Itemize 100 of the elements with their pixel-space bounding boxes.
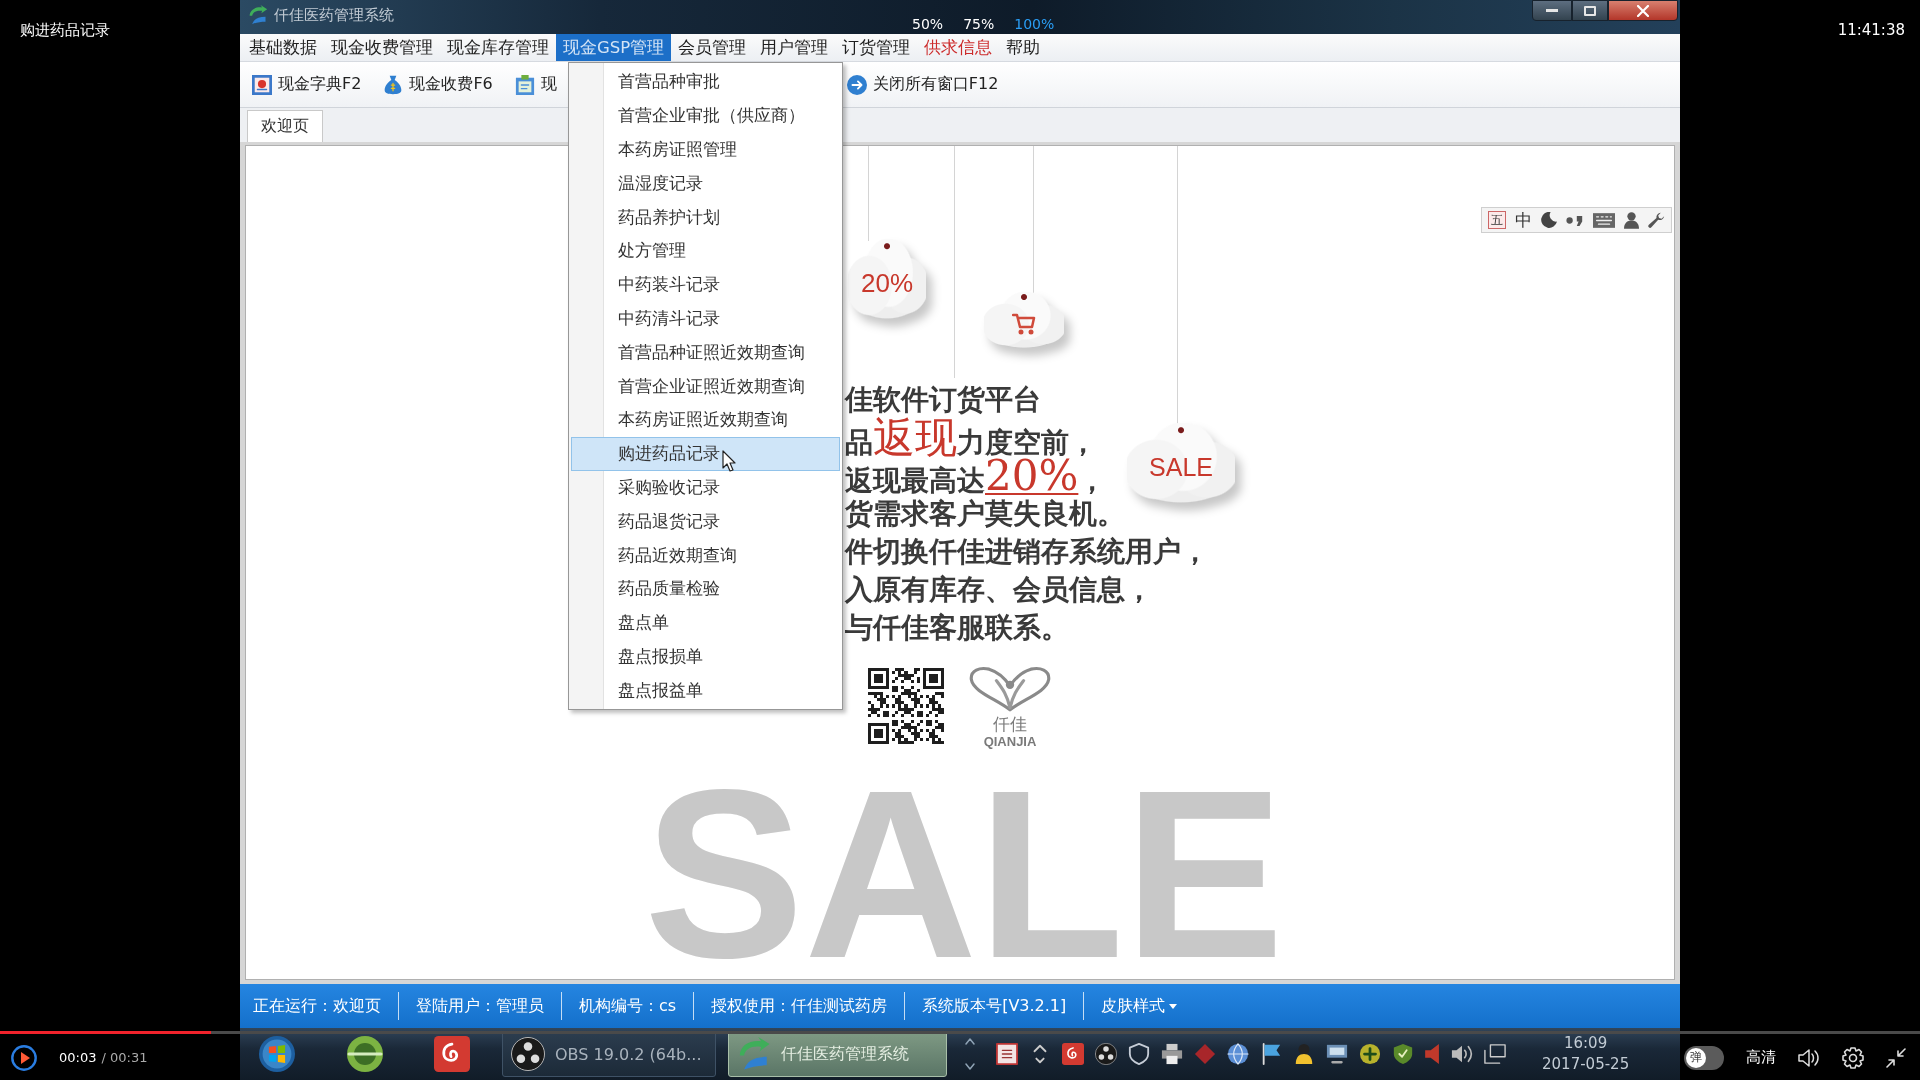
- total-time: / 00:31: [101, 1050, 148, 1065]
- minimize-icon: [1546, 9, 1558, 12]
- tab[interactable]: 欢迎页: [247, 110, 323, 142]
- speaker-icon[interactable]: [1425, 1043, 1440, 1065]
- status-text: 系统版本号[V3.2.1]: [921, 995, 1068, 1017]
- menu-item[interactable]: 本药房证照管理: [571, 132, 840, 167]
- toolbar-button[interactable]: 现金收费F6: [383, 69, 493, 100]
- menu-item[interactable]: 盘点报损单: [571, 639, 840, 674]
- minimize-button[interactable]: [1532, 0, 1572, 21]
- maximize-button[interactable]: [1572, 0, 1608, 21]
- video-title: 购进药品记录: [20, 21, 110, 39]
- menu-item[interactable]: 订货管理: [835, 34, 918, 61]
- promo-text-line: 件切换仟佳进销存系统用户，: [845, 534, 1209, 570]
- status-text: 机构编号：cs: [578, 995, 678, 1017]
- settings-icon[interactable]: [1842, 1046, 1864, 1069]
- plus-icon[interactable]: [1359, 1043, 1381, 1065]
- menu-item[interactable]: 本药房证照近效期查询: [571, 402, 840, 437]
- toolbar-button[interactable]: 现金字典F2: [252, 69, 362, 100]
- swirl-icon[interactable]: [1062, 1043, 1084, 1065]
- skin-style-dropdown[interactable]: 皮肤样式: [1084, 992, 1195, 1020]
- progress-track[interactable]: [0, 1031, 1920, 1034]
- promo-text-line: 品返现力度空前，: [845, 419, 1097, 457]
- menu-item[interactable]: 帮助: [999, 34, 1048, 61]
- menu-item[interactable]: 首营企业证照近效期查询: [571, 369, 840, 403]
- zoom-option[interactable]: 75%: [963, 16, 995, 32]
- toolbar-button[interactable]: 现: [514, 69, 557, 100]
- menu-item[interactable]: 现金库存管理: [440, 34, 556, 61]
- menu-item[interactable]: 首营企业审批（供应商）: [571, 98, 840, 133]
- cloud-tag: 20%: [848, 239, 926, 319]
- volume-icon[interactable]: [1798, 1047, 1820, 1068]
- flag-icon[interactable]: [1260, 1043, 1282, 1065]
- input-mode-button[interactable]: 五: [1488, 211, 1506, 229]
- shield-icon[interactable]: [1128, 1043, 1150, 1065]
- app-logo-icon: [737, 1037, 771, 1071]
- menu-item[interactable]: 会员管理: [671, 34, 754, 61]
- menu-item[interactable]: 药品质量检验: [571, 571, 840, 606]
- caret-icon: [1169, 1003, 1178, 1009]
- moon-icon[interactable]: [1541, 212, 1557, 228]
- menu-item[interactable]: 供求信息: [917, 34, 1000, 61]
- menu-item[interactable]: 基础数据: [242, 34, 324, 61]
- quality-button[interactable]: 高清: [1746, 1048, 1776, 1067]
- zoom-option[interactable]: 100%: [1014, 16, 1055, 32]
- three-dots-icon[interactable]: [1095, 1043, 1117, 1065]
- menu-item[interactable]: 药品退货记录: [571, 504, 840, 539]
- promo-text-line: 佳软件订货平台: [845, 382, 1041, 417]
- toolbar-button[interactable]: 关闭所有窗口F12: [846, 69, 999, 100]
- menu-item[interactable]: 首营品种证照近效期查询: [571, 335, 840, 370]
- menu-item[interactable]: 现金收费管理: [324, 34, 440, 61]
- menu-item[interactable]: 中药装斗记录: [571, 267, 840, 302]
- start-orb-icon[interactable]: [259, 1036, 295, 1072]
- danmaku-toggle[interactable]: 弹: [1684, 1045, 1724, 1070]
- person-icon[interactable]: [1293, 1043, 1315, 1065]
- promo-text-line: 与仟佳客服联系。: [845, 610, 1069, 646]
- clock-time: 11:41:38: [1837, 21, 1905, 39]
- status-text: 正在运行：欢迎页: [252, 995, 382, 1017]
- taskbar-button[interactable]: OBS 19.0.2 (64b...: [502, 1031, 716, 1077]
- menu-item[interactable]: 用户管理: [753, 34, 836, 61]
- logo-wordmark: QIANJIA: [983, 734, 1037, 749]
- swirl-icon[interactable]: [434, 1036, 470, 1072]
- monitor-icon[interactable]: [1326, 1043, 1348, 1065]
- menu-item[interactable]: 现金GSP管理: [556, 34, 672, 61]
- cart-icon: [1012, 313, 1036, 335]
- collapse-icon[interactable]: [1886, 1047, 1906, 1068]
- promo-text-line: 返现最高达20%，: [845, 457, 1107, 495]
- menu-item[interactable]: 药品近效期查询: [571, 538, 840, 572]
- menu-item[interactable]: 温湿度记录: [571, 166, 840, 201]
- app-logo-icon: [248, 5, 268, 25]
- menu-item[interactable]: 处方管理: [571, 234, 840, 268]
- promo-text-line: 入原有库存、会员信息，: [845, 572, 1153, 608]
- menu-item[interactable]: 盘点单: [571, 605, 840, 640]
- volume-icon[interactable]: [1451, 1043, 1473, 1065]
- close-button[interactable]: [1608, 0, 1678, 21]
- menu-item[interactable]: 购进药品记录: [571, 436, 840, 471]
- language-toggle[interactable]: 中: [1515, 210, 1532, 230]
- printer-icon[interactable]: [1161, 1043, 1183, 1065]
- person-icon[interactable]: [1624, 211, 1639, 229]
- close-icon: [1637, 4, 1649, 17]
- elapsed-time: 00:03: [59, 1050, 97, 1065]
- money-bag-icon: [383, 74, 404, 95]
- cloud-tag: SALE: [1127, 423, 1235, 503]
- wrench-icon[interactable]: [1648, 211, 1665, 229]
- heart-logo-icon: [968, 666, 1052, 712]
- menu-item[interactable]: 首营品种审批: [571, 65, 840, 99]
- menu-item[interactable]: 盘点报益单: [571, 673, 840, 708]
- menu-item[interactable]: 中药清斗记录: [571, 301, 840, 336]
- keyboard-icon[interactable]: [1593, 212, 1615, 228]
- maximize-icon: [1584, 5, 1596, 16]
- status-text: 登陆用户：管理员: [415, 995, 545, 1017]
- punctuation-icon[interactable]: [1566, 214, 1584, 226]
- status-text: 授权使用：仟佳测试药房: [710, 995, 889, 1017]
- list-tile-icon[interactable]: [996, 1043, 1018, 1065]
- screens-icon[interactable]: [1484, 1043, 1506, 1065]
- menu-item[interactable]: 药品养护计划: [571, 200, 840, 234]
- globe-icon[interactable]: [1227, 1043, 1249, 1065]
- menu-item[interactable]: 采购验收记录: [571, 470, 840, 505]
- play-icon[interactable]: [11, 1044, 37, 1071]
- clipboard-icon: [514, 74, 535, 95]
- shield-check-icon[interactable]: [1392, 1043, 1414, 1065]
- zoom-option[interactable]: 50%: [912, 16, 944, 32]
- promo-text-line: 货需求客户莫失良机。: [845, 496, 1125, 532]
